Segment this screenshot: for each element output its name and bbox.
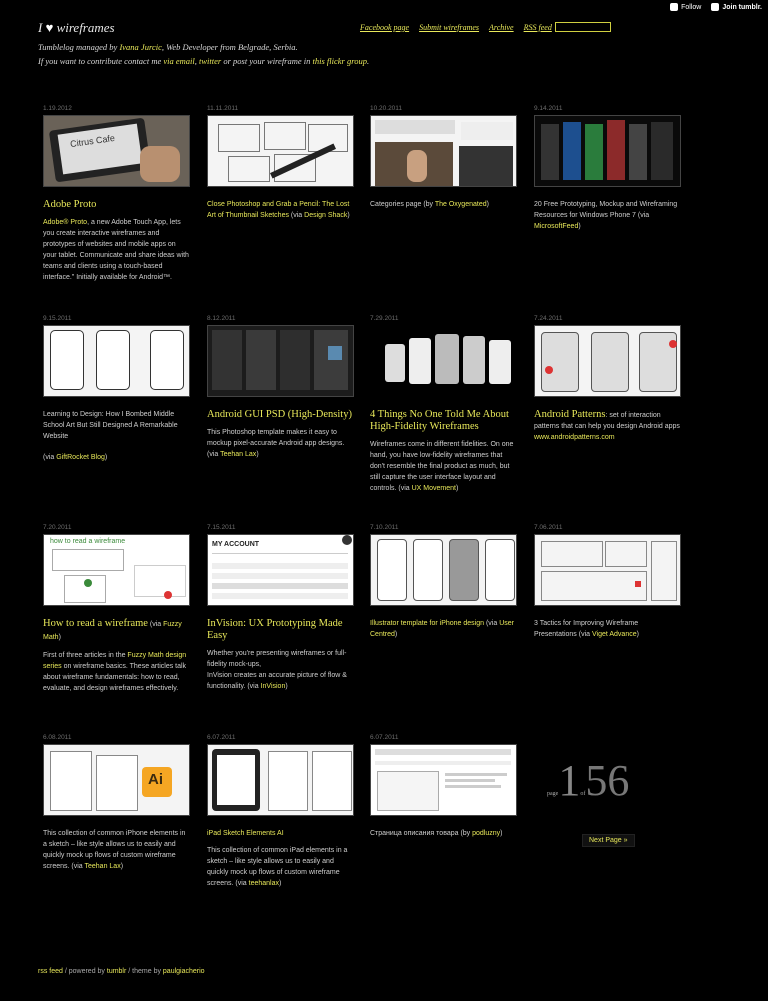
footer-author-link[interactable]: paulgiacherio — [163, 968, 205, 975]
post-date: 7.20.2011 — [43, 524, 72, 531]
post-body: Страница описания товара (by podluzny) — [370, 830, 503, 837]
post-date: 10.20.2011 — [370, 105, 403, 112]
plus-icon — [670, 3, 679, 11]
post-high-fidelity-wireframes: 7.29.2011 4 Things No One Told Me About … — [370, 314, 517, 494]
post-thumbnail[interactable] — [207, 325, 354, 397]
author-link[interactable]: Ivana Jurcic — [119, 42, 161, 52]
post-thumbnail[interactable] — [370, 744, 517, 816]
post-date: 8.12.2011 — [207, 315, 236, 322]
nav-archive[interactable]: Archive — [489, 23, 514, 32]
post-date: 11.11.2011 — [207, 105, 239, 112]
pager-total: 56 — [585, 756, 630, 805]
post-thumbnail[interactable] — [534, 115, 681, 187]
post-thumbnail[interactable]: how to read a wireframe — [43, 534, 190, 606]
post-thumbnail[interactable] — [207, 744, 354, 816]
post-ipad-sketch-elements: 6.07.2011 iPad Sketch Elements AI This c… — [207, 733, 354, 889]
post-iphone-elements: 6.08.2011 Ai This collection of common i… — [43, 733, 190, 872]
post-date: 6.07.2011 — [207, 734, 236, 741]
post-body: Android Patterns: set of interaction pat… — [534, 409, 680, 441]
footer: rss feed / powered by tumblr / theme by … — [38, 968, 205, 975]
tumblr-bar: Follow Join tumblr. — [670, 3, 762, 11]
post-thumbnail[interactable]: Citrus Cafe — [43, 115, 190, 187]
search-input[interactable] — [555, 22, 611, 32]
email-link[interactable]: via email — [163, 56, 194, 66]
next-page-button[interactable]: Next Page » — [582, 834, 635, 847]
user-icon — [711, 3, 720, 11]
post-body: Adobe® Proto, a new Adobe Touch App, let… — [43, 219, 189, 281]
post-body: This collection of common iPhone element… — [43, 830, 186, 870]
nav-rss-feed[interactable]: RSS feed — [524, 23, 552, 32]
nav-submit-wireframes[interactable]: Submit wireframes — [419, 23, 479, 32]
post-body: Close Photoshop and Grab a Pencil: The L… — [207, 201, 350, 219]
post-date: 9.14.2011 — [534, 105, 563, 112]
post-date: 1.19.2012 — [43, 105, 72, 112]
post-thumbnail[interactable] — [534, 534, 681, 606]
flickr-group-link[interactable]: this flickr group — [313, 56, 367, 66]
post-how-to-read-wireframe: 7.20.2011 how to read a wireframe How to… — [43, 523, 190, 694]
post-thumbnail[interactable] — [43, 325, 190, 397]
post-thumbnail[interactable] — [370, 115, 517, 187]
footer-tumblr-link[interactable]: tumblr — [107, 968, 126, 975]
post-illustrator-template: 7.10.2011 Illustrator template for iPhon… — [370, 523, 517, 640]
post-body: Wireframes come in different fidelities.… — [370, 441, 514, 492]
post-thumbnail[interactable]: Ai — [43, 744, 190, 816]
post-invision: 7.15.2011 MY ACCOUNT InVision: UX Protot… — [207, 523, 354, 692]
post-date: 7.24.2011 — [534, 315, 563, 322]
post-title: How to read a wireframe (via Fuzzy Math) — [43, 618, 182, 641]
post-body: This Photoshop template makes it easy to… — [207, 429, 345, 458]
post-date: 6.07.2011 — [370, 734, 399, 741]
post-date: 7.10.2011 — [370, 524, 399, 531]
footer-rss-link[interactable]: rss feed — [38, 968, 63, 975]
post-date: 6.08.2011 — [43, 734, 72, 741]
post-thumbnail[interactable] — [370, 325, 517, 397]
post-title-link: iPad Sketch Elements AI — [207, 830, 284, 837]
post-categories-page: 10.20.2011 Categories page (by The Oxyge… — [370, 104, 517, 210]
pagination: page 1 of 56 — [547, 755, 629, 806]
post-title[interactable]: Android GUI PSD (High-Density) — [207, 409, 354, 421]
post-thumbnail-sketches: 11.11.2011 Close Photoshop and Grab a Pe… — [207, 104, 354, 221]
twitter-link[interactable]: twitter — [199, 56, 221, 66]
post-date: 7.15.2011 — [207, 524, 236, 531]
nav-facebook-page[interactable]: Facebook page — [360, 23, 409, 32]
post-title[interactable]: 4 Things No One Told Me About High-Fidel… — [370, 409, 517, 433]
top-nav: Facebook page Submit wireframes Archive … — [360, 23, 552, 32]
post-android-gui-psd: 8.12.2011 Android GUI PSD (High-Density)… — [207, 314, 354, 460]
post-thumbnail[interactable] — [534, 325, 681, 397]
post-body: This collection of common iPad elements … — [207, 847, 348, 887]
post-body: Whether you're presenting wireframes or … — [207, 650, 347, 690]
post-learning-to-design: 9.15.2011 Learning to Design: How I Bomb… — [43, 314, 190, 463]
post-thumbnail[interactable] — [207, 115, 354, 187]
post-thumbnail[interactable]: MY ACCOUNT — [207, 534, 354, 606]
post-body: First of three articles in the Fuzzy Mat… — [43, 652, 187, 692]
post-adobe-proto: 1.19.2012 Citrus Cafe Adobe Proto Adobe®… — [43, 104, 190, 283]
post-title[interactable]: InVision: UX Prototyping Made Easy — [207, 618, 354, 642]
pager-current: 1 — [558, 756, 581, 805]
post-product-page: 6.07.2011 Страница описания товара (by p… — [370, 733, 517, 839]
post-windows-phone-resources: 9.14.2011 20 Free Prototyping, Mockup an… — [534, 104, 681, 232]
post-body: 3 Tactics for Improving Wireframe Presen… — [534, 620, 639, 638]
post-body: Categories page (by The Oxygenated) — [370, 201, 489, 208]
post-title[interactable]: Adobe Proto — [43, 199, 190, 211]
site-title[interactable]: I ♥ wireframes — [38, 20, 115, 36]
heart-icon: ♥ — [45, 20, 54, 35]
pager-page-label: page — [547, 791, 559, 797]
post-android-patterns: 7.24.2011 Android Patterns: set of inter… — [534, 314, 681, 443]
post-thumbnail[interactable] — [370, 534, 517, 606]
post-body: 20 Free Prototyping, Mockup and Wirefram… — [534, 201, 678, 230]
post-via: (via GiftRocket Blog) — [43, 454, 108, 461]
post-date: 9.15.2011 — [43, 315, 72, 322]
join-button[interactable]: Join tumblr. — [711, 3, 762, 11]
post-date: 7.29.2011 — [370, 315, 399, 322]
follow-button[interactable]: Follow — [670, 3, 701, 11]
post-body: Learning to Design: How I Bombed Middle … — [43, 411, 178, 440]
post-wireframe-presentations: 7.06.2011 3 Tactics for Improving Wirefr… — [534, 523, 681, 640]
post-date: 7.06.2011 — [534, 524, 563, 531]
tagline: Tumblelog managed by Ivana Jurcic, Web D… — [38, 42, 370, 66]
post-body: Illustrator template for iPhone design (… — [370, 620, 514, 638]
